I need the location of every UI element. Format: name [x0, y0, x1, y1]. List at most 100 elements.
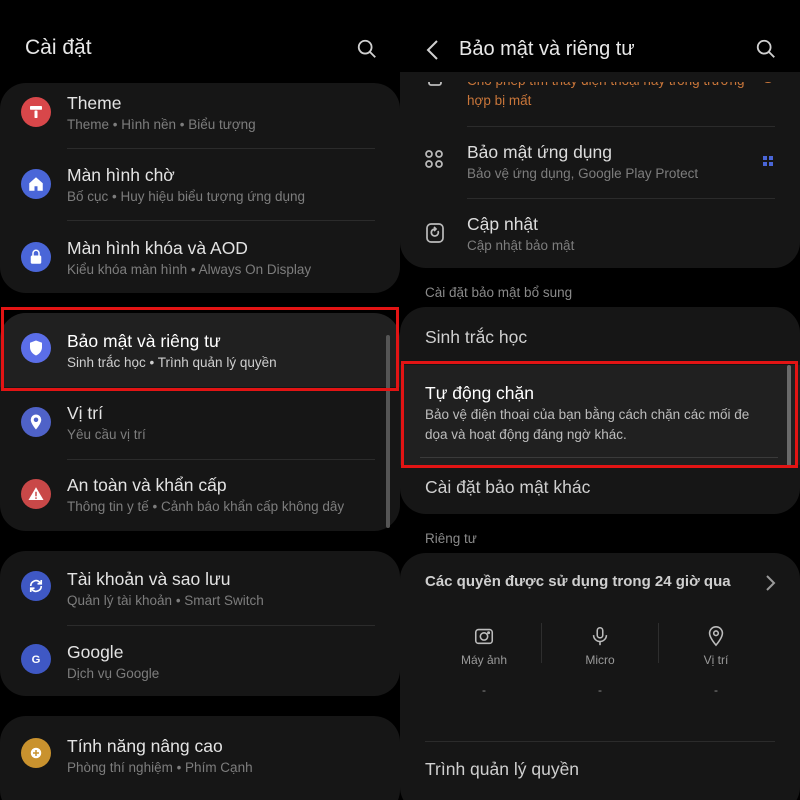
item-title: Các quyền được sử dụng trong 24 giờ qua — [425, 573, 731, 590]
settings-item-safety-emergency[interactable]: An toàn và khẩn cấp Thông tin y tế • Cản… — [0, 463, 400, 531]
settings-item-auto-block[interactable]: Tự động chặn Bảo vệ điện thoại của bạn b… — [400, 365, 800, 465]
play-protect-badge-icon — [762, 154, 774, 166]
settings-item-location[interactable]: Vị trí Yêu cầu vị trí — [0, 389, 400, 461]
settings-item-advanced-features[interactable]: Tính năng nâng cao Phòng thí nghiệm • Ph… — [0, 716, 400, 800]
permission-label: Máy ảnh — [460, 653, 508, 667]
search-icon[interactable] — [356, 38, 378, 60]
item-subtitle: Yêu cầu vị trí — [67, 427, 146, 442]
settings-item-theme[interactable]: Theme Theme • Hình nền • Biểu tượng — [0, 83, 400, 155]
item-title: Cài đặt bảo mật khác — [425, 477, 591, 497]
item-subtitle: Kiểu khóa màn hình • Always On Display — [67, 262, 312, 277]
permission-location[interactable]: Vị trí — [676, 625, 756, 667]
item-title: Bảo mật ứng dụng — [467, 142, 613, 162]
gear-plus-icon — [21, 738, 51, 768]
settings-card-security: Bảo mật và riêng tư Sinh trắc học • Trìn… — [0, 313, 400, 531]
search-icon[interactable] — [755, 38, 777, 60]
theme-icon — [21, 97, 51, 127]
section-label-privacy: Riêng tư — [425, 531, 477, 546]
permission-count: - — [714, 683, 718, 697]
divider — [67, 459, 375, 460]
page-title: Bảo mật và riêng tư — [459, 38, 635, 60]
item-title: Màn hình chờ — [67, 165, 175, 185]
lock-icon — [21, 242, 51, 272]
divider — [67, 148, 375, 149]
divider — [67, 220, 375, 221]
settings-item-app-security[interactable]: Bảo mật ứng dụng Bảo vệ ứng dụng, Google… — [400, 132, 800, 200]
back-arrow-icon[interactable] — [424, 39, 442, 61]
settings-item-accounts-backup[interactable]: Tài khoản và sao lưu Quản lý tài khoản •… — [0, 551, 400, 623]
scrollbar[interactable] — [386, 335, 390, 528]
divider — [467, 198, 775, 199]
update-icon — [423, 221, 447, 245]
card-edge — [400, 72, 800, 82]
item-subtitle: Quản lý tài khoản • Smart Switch — [67, 593, 264, 608]
item-subtitle: Theme • Hình nền • Biểu tượng — [67, 117, 256, 132]
google-icon: G — [21, 644, 51, 674]
divider — [467, 126, 775, 127]
page-title: Cài đặt — [25, 36, 92, 59]
permission-camera[interactable]: Máy ảnh — [444, 625, 524, 667]
permission-count: - — [482, 683, 486, 697]
privacy-card: Các quyền được sử dụng trong 24 giờ qua … — [400, 553, 800, 800]
item-subtitle: Bảo vệ ứng dụng, Google Play Protect — [467, 166, 699, 181]
item-subtitle: Thông tin y tế • Cảnh báo khẩn cấp không… — [67, 499, 345, 514]
settings-card-advanced: Tính năng nâng cao Phòng thí nghiệm • Ph… — [0, 716, 400, 800]
security-card-extra: Sinh trắc học Tự động chặn Bảo vệ điện t… — [400, 307, 800, 514]
divider — [541, 623, 542, 663]
section-label-extra-security: Cài đặt bảo mật bổ sung — [425, 285, 573, 300]
divider — [425, 741, 775, 742]
permission-microphone[interactable]: Micro — [560, 625, 640, 667]
item-title: Màn hình khóa và AOD — [67, 238, 248, 258]
settings-card-accounts: Tài khoản và sao lưu Quản lý tài khoản •… — [0, 551, 400, 696]
item-subtitle: Sinh trắc học • Trình quản lý quyền — [67, 355, 277, 370]
home-icon — [21, 169, 51, 199]
settings-item-lock-screen[interactable]: Màn hình khóa và AOD Kiểu khóa màn hình … — [0, 228, 400, 293]
item-title: Tài khoản và sao lưu — [67, 569, 231, 589]
item-title: An toàn và khẩn cấp — [67, 475, 227, 495]
permissions-usage-row[interactable]: Các quyền được sử dụng trong 24 giờ qua — [400, 553, 800, 613]
settings-item-biometrics[interactable]: Sinh trắc học — [400, 307, 800, 365]
item-title: Vị trí — [67, 403, 103, 423]
permission-label: Vị trí — [703, 653, 729, 667]
item-title: Trình quản lý quyền — [425, 759, 580, 779]
settings-card-display: Theme Theme • Hình nền • Biểu tượng Màn … — [0, 83, 400, 293]
divider — [420, 457, 778, 458]
item-subtitle: Bố cục • Huy hiệu biểu tượng ứng dụng — [67, 189, 306, 204]
divider — [67, 625, 375, 626]
item-subtitle: Phòng thí nghiệm • Phím Cạnh — [67, 760, 253, 775]
divider — [658, 623, 659, 663]
security-privacy-pane: Cho phép tìm thấy điện thoại hay trong t… — [400, 0, 800, 800]
item-subtitle: Dịch vụ Google — [67, 666, 160, 681]
item-title: Tự động chặn — [425, 383, 535, 403]
location-icon — [21, 407, 51, 437]
item-title: Google — [67, 642, 124, 662]
shield-icon — [21, 333, 51, 363]
warning-icon — [21, 479, 51, 509]
settings-item-other-security[interactable]: Cài đặt bảo mật khác — [400, 465, 800, 514]
apps-grid-icon — [423, 148, 447, 172]
camera-icon — [474, 628, 494, 645]
settings-item-google[interactable]: G Google Dịch vụ Google — [0, 627, 400, 696]
item-title: Bảo mật và riêng tư — [67, 331, 221, 351]
microphone-icon — [592, 626, 608, 646]
settings-item-home-screen[interactable]: Màn hình chờ Bố cục • Huy hiệu biểu tượn… — [0, 155, 400, 227]
settings-item-permission-manager[interactable]: Trình quản lý quyền — [400, 743, 800, 800]
permission-label: Micro — [585, 653, 615, 667]
location-pin-icon — [708, 626, 724, 647]
permission-count: - — [598, 683, 602, 697]
settings-pane: Cài đặt Theme Theme • Hình nền • Biểu tư… — [0, 0, 400, 800]
sync-icon — [21, 571, 51, 601]
item-subtitle: Cập nhật bảo mật — [467, 238, 575, 253]
item-title: Tính năng nâng cao — [67, 736, 223, 756]
item-title: Sinh trắc học — [425, 327, 528, 347]
svg-text:G: G — [32, 654, 41, 666]
item-title: Cập nhật — [467, 214, 539, 234]
settings-item-security-privacy[interactable]: Bảo mật và riêng tư Sinh trắc học • Trìn… — [0, 313, 400, 387]
item-description: Bảo vệ điện thoại của bạn bằng cách chặn… — [425, 407, 750, 442]
app-bar — [400, 0, 800, 72]
settings-item-update[interactable]: Cập nhật Cập nhật bảo mật — [400, 202, 800, 268]
chevron-right-icon — [766, 575, 776, 591]
find-device-text: hợp bị mất — [467, 93, 532, 108]
scrollbar[interactable] — [787, 365, 791, 467]
item-title: Theme — [67, 93, 122, 113]
